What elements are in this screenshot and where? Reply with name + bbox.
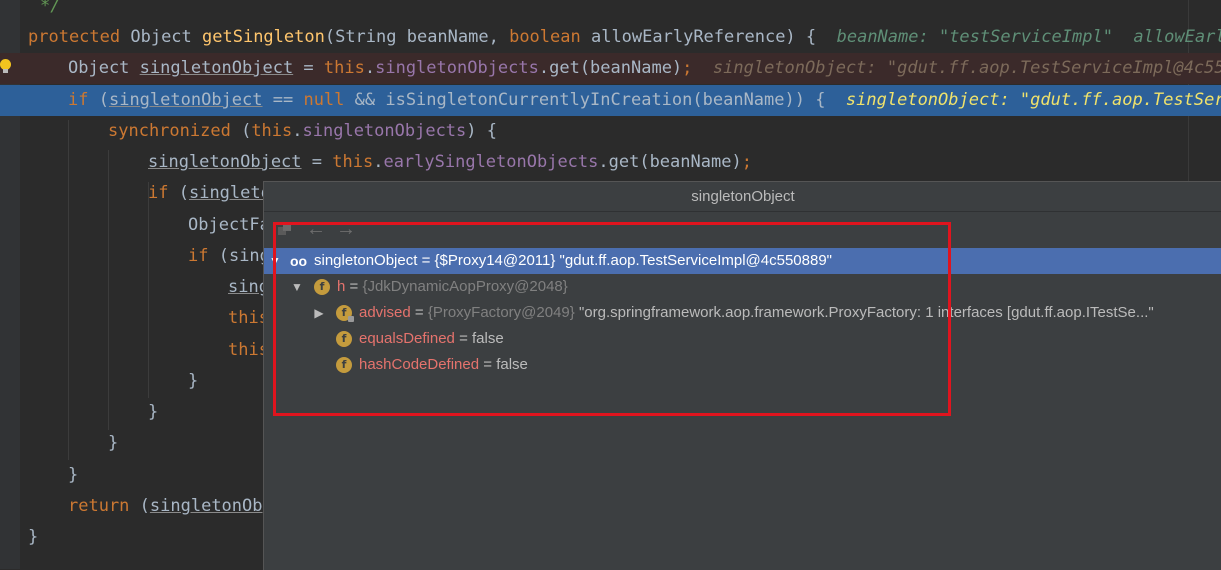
code-token: ; xyxy=(741,152,752,172)
tree-row-h[interactable]: ▼ f h = {JdkDynamicAopProxy@2048} xyxy=(264,274,1221,300)
code-line-text: ObjectFa xyxy=(188,210,270,241)
code-token: . xyxy=(373,152,384,172)
code-token: beanName: "testServiceImpl" allowEarlyRe xyxy=(816,27,1221,47)
code-token: ( xyxy=(241,121,252,141)
expand-arrow-icon[interactable]: ▼ xyxy=(290,274,304,300)
code-line-text: */ xyxy=(40,0,60,22)
tree-row-singletonObject[interactable]: ▼ oo singletonObject = {$Proxy14@2011} "… xyxy=(264,248,1221,274)
watch-variable-icon: oo xyxy=(290,253,308,269)
code-line-text: if (sing xyxy=(188,241,270,272)
code-line-text: } xyxy=(68,460,78,491)
tree-row-text: hashCodeDefined = false xyxy=(359,356,528,373)
stack-frames-icon xyxy=(278,223,292,235)
code-token: } xyxy=(28,527,39,547)
code-token: earlySingletonObjects xyxy=(383,152,599,172)
code-line-text: } xyxy=(108,428,118,459)
code-token: Object xyxy=(68,58,140,78)
code-token: if xyxy=(148,183,179,203)
variable-inspector-popup[interactable]: singletonObject ← → ▼ oo singletonObject… xyxy=(263,181,1221,570)
code-token: if xyxy=(188,246,219,266)
code-token: . xyxy=(292,121,303,141)
code-token: singletonObjects xyxy=(375,58,539,78)
code-token: (String beanName, xyxy=(324,27,510,47)
code-token: null xyxy=(303,90,355,110)
tree-row-advised[interactable]: ▶ f advised = {ProxyFactory@2049} "org.s… xyxy=(264,300,1221,326)
code-token: } xyxy=(108,433,119,453)
code-token: this xyxy=(251,121,293,141)
lightbulb-icon[interactable] xyxy=(0,59,11,73)
code-token: && isSingletonCurrentlyInCreation(beanNa… xyxy=(354,90,826,110)
code-token: protected xyxy=(28,27,131,47)
code-token: } xyxy=(188,371,199,391)
code-line-text: if (singletonObject == null && isSinglet… xyxy=(68,85,1221,116)
code-token: ( xyxy=(139,496,150,516)
code-token: ) { xyxy=(466,121,497,141)
tree-row-text: h = {JdkDynamicAopProxy@2048} xyxy=(337,278,568,295)
code-token: } xyxy=(68,465,79,485)
field-icon: f xyxy=(336,331,352,347)
code-token: singletonObject: "gdut.ff.aop.TestServic xyxy=(825,90,1221,110)
private-field-icon: f xyxy=(336,305,354,322)
code-token: */ xyxy=(40,0,61,16)
code-line-text: } xyxy=(188,366,198,397)
code-token: singleto xyxy=(188,183,271,203)
lock-icon xyxy=(348,316,354,322)
code-line[interactable]: Object singletonObject = this.singletonO… xyxy=(0,53,1221,84)
code-token: ( xyxy=(178,183,189,203)
code-line-text: protected Object getSingleton(String bea… xyxy=(28,22,1221,53)
code-token: boolean xyxy=(509,27,591,47)
code-token: .get(beanName) xyxy=(538,58,683,78)
code-token: singletonObject xyxy=(139,58,294,78)
code-token: getSingleton xyxy=(202,27,325,47)
expand-arrow-icon[interactable]: ▼ xyxy=(268,248,282,274)
code-line-text: } xyxy=(28,522,38,553)
code-token: . xyxy=(364,58,376,78)
code-token: singletonObjects xyxy=(302,121,467,141)
code-line-text: Object singletonObject = this.singletonO… xyxy=(68,53,1221,84)
code-token: singletonOb xyxy=(149,496,263,516)
tree-row-text: singletonObject = {$Proxy14@2011} "gdut.… xyxy=(314,252,832,269)
code-token: return xyxy=(68,496,140,516)
code-token: this xyxy=(323,58,365,78)
code-token: } xyxy=(148,402,159,422)
field-icon: f xyxy=(336,357,352,373)
code-token: this xyxy=(332,152,374,172)
collapse-arrow-icon[interactable]: ▶ xyxy=(312,300,326,326)
code-token: == xyxy=(262,90,304,110)
field-icon: f xyxy=(314,279,330,295)
code-line-text: } xyxy=(148,397,158,428)
code-token: singletonObject xyxy=(148,152,302,172)
popup-title[interactable]: singletonObject xyxy=(264,182,1221,212)
code-token: synchronized xyxy=(108,121,242,141)
code-token: ; xyxy=(682,58,693,78)
code-line[interactable]: synchronized (this.singletonObjects) { xyxy=(0,116,1221,147)
code-line[interactable]: protected Object getSingleton(String bea… xyxy=(0,22,1221,53)
code-token: Object xyxy=(130,27,203,47)
code-token: singletonObject: "gdut.ff.aop.TestServic… xyxy=(692,58,1221,78)
execution-point-line[interactable]: if (singletonObject == null && isSinglet… xyxy=(0,85,1221,116)
code-token: allowEarlyReference) { xyxy=(590,27,817,47)
code-line-text: return (singletonOb xyxy=(68,491,263,522)
code-line[interactable]: */ xyxy=(0,0,1221,22)
code-token: ObjectFa xyxy=(188,215,270,235)
tree-row-equalsDefined[interactable]: f equalsDefined = false xyxy=(264,326,1221,352)
code-token: singletonObject xyxy=(108,90,263,110)
tree-row-text: equalsDefined = false xyxy=(359,330,504,347)
tree-row-text: advised = {ProxyFactory@2049} "org.sprin… xyxy=(359,304,1154,321)
code-line-text: synchronized (this.singletonObjects) { xyxy=(108,116,497,147)
code-line-text: singletonObject = this.earlySingletonObj… xyxy=(148,147,752,178)
code-token: ( xyxy=(98,90,109,110)
code-token: .get(beanName) xyxy=(598,152,742,172)
code-line-text: if (singleto xyxy=(148,178,271,209)
code-token: if xyxy=(68,90,99,110)
code-line[interactable]: singletonObject = this.earlySingletonObj… xyxy=(0,147,1221,178)
code-token: = xyxy=(293,58,324,78)
back-button[interactable]: ← xyxy=(304,218,328,240)
code-token: = xyxy=(301,152,333,172)
forward-button[interactable]: → xyxy=(334,218,358,240)
watch-settings-button[interactable] xyxy=(276,218,300,240)
tree-row-hashCodeDefined[interactable]: f hashCodeDefined = false xyxy=(264,352,1221,378)
